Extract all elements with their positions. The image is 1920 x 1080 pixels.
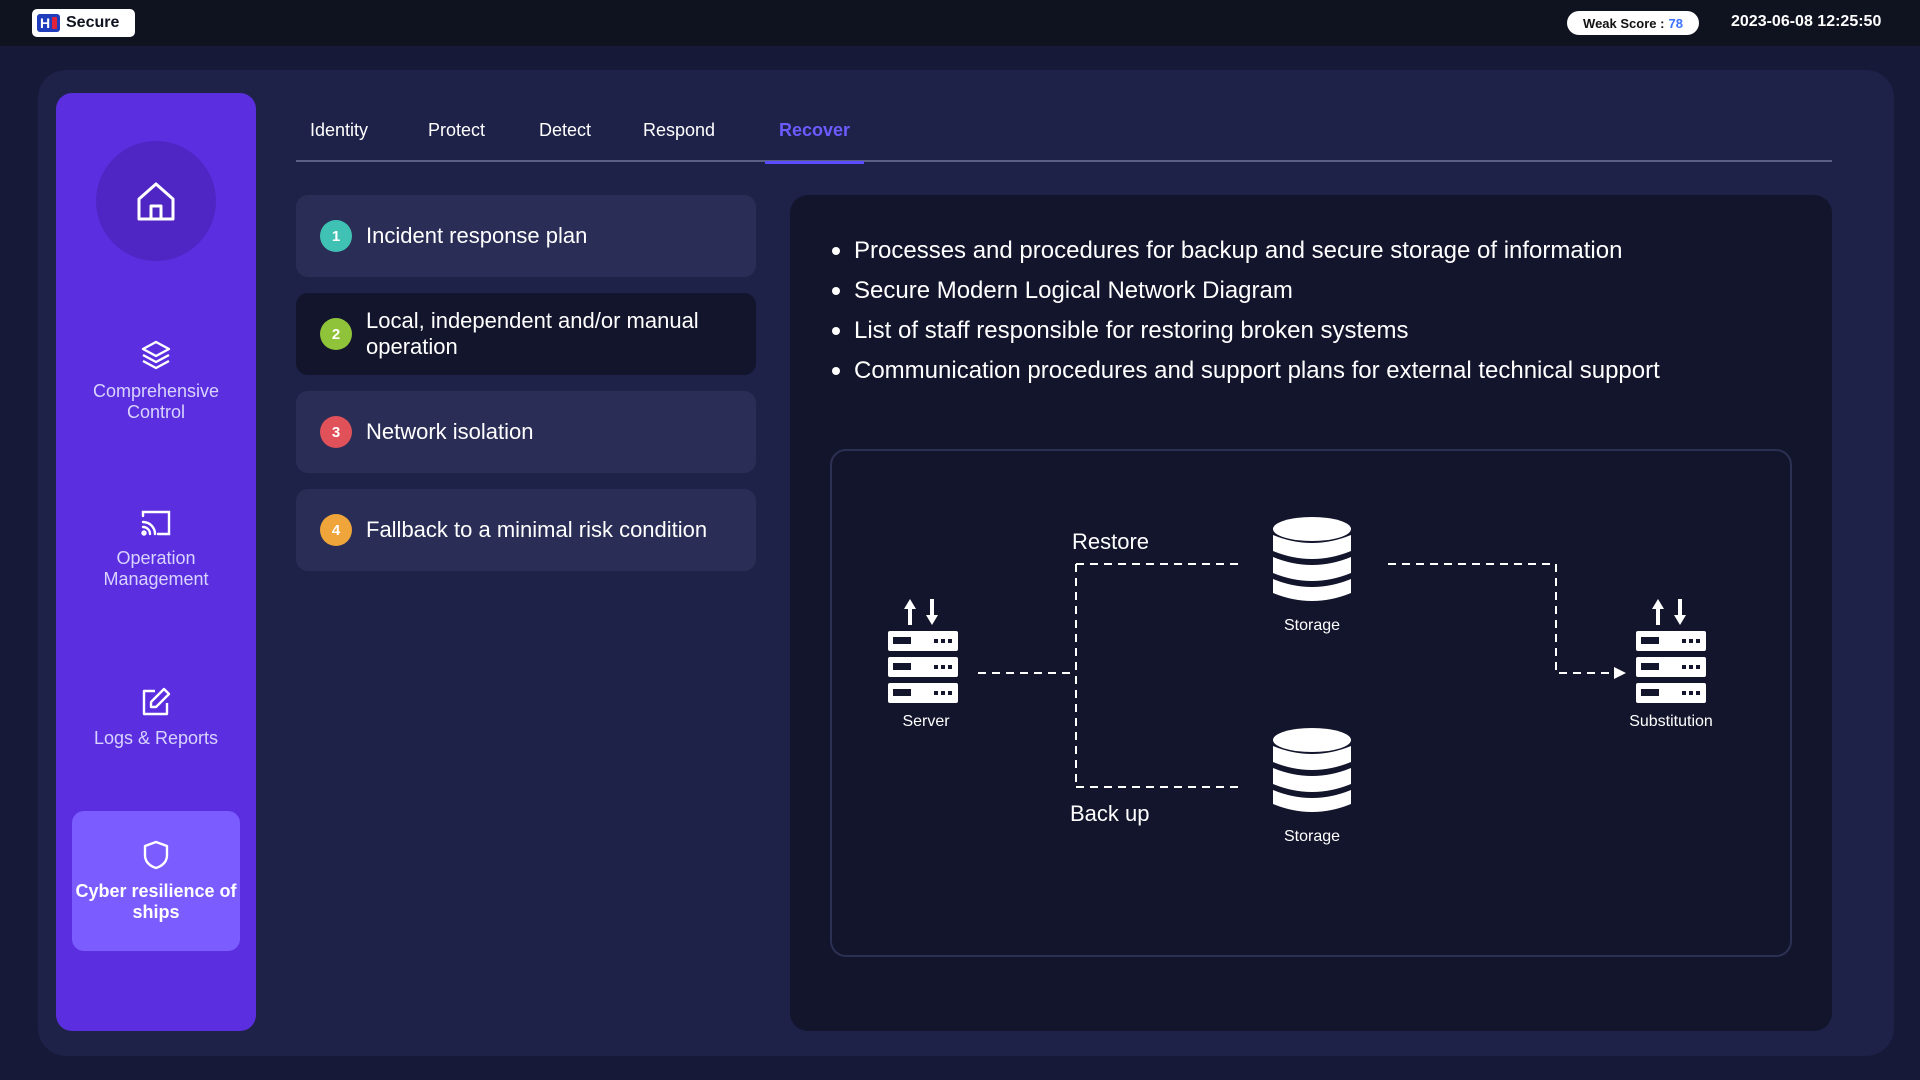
weak-score-label: Weak Score : [1583,15,1665,31]
substitution-server-icon [1636,599,1706,703]
weak-score-value: 78 [1668,15,1683,31]
step-number-badge: 4 [320,514,352,546]
step-number-badge: 1 [320,220,352,252]
datetime: 2023-06-08 12:25:50 [1731,13,1882,30]
server-label: Server [902,713,950,730]
tab-respond[interactable]: Respond [629,120,729,162]
step-label: Local, independent and/or manual operati… [366,308,699,359]
tab-recover[interactable]: Recover [765,120,865,164]
substitution-label: Substitution [1629,713,1713,730]
list-item[interactable]: 3 Network isolation [296,391,756,473]
home-icon [137,182,175,221]
sidebar-item-label: Logs & Reports [93,727,219,748]
sidebar-item-operation-management[interactable]: Operation Management [72,479,240,619]
sidebar-item-label: Cyber resilience of ships [75,881,237,922]
brand-name: Secure [66,14,120,31]
bullet-item: Communication procedures and support pla… [830,351,1660,391]
storage-top-label: Storage [1283,617,1341,634]
content-panel: Processes and procedures for backup and … [790,195,1832,1031]
step-number-badge: 2 [320,318,352,350]
list-item[interactable]: 2 Local, independent and/or manual opera… [296,293,756,375]
sidebar: Comprehensive Control Operation Manageme… [56,93,256,1031]
bullet-item: Processes and procedures for backup and … [830,231,1660,271]
list-item[interactable]: 4 Fallback to a minimal risk condition [296,489,756,571]
storage-top-icon [1273,517,1351,601]
layers-icon [141,340,171,370]
storage-bottom-label: Storage [1283,828,1341,845]
step-label: Fallback to a minimal risk condition [366,517,708,542]
sidebar-item-comprehensive-control[interactable]: Comprehensive Control [72,311,240,451]
sidebar-item-cyber-resilience[interactable]: Cyber resilience of ships [72,811,240,951]
bullet-item: List of staff responsible for restoring … [830,311,1660,351]
list-item[interactable]: 1 Incident response plan [296,195,756,277]
cast-icon [141,510,171,536]
restore-label: Restore [1072,529,1150,554]
step-number-badge: 3 [320,416,352,448]
backup-label: Back up [1070,801,1150,826]
tab-protect[interactable]: Protect [414,120,499,162]
connector-to-substitution [1388,563,1614,674]
sidebar-item-label: Comprehensive Control [92,381,220,422]
tab-identity[interactable]: Identity [296,120,382,162]
bullet-list: Processes and procedures for backup and … [830,231,1660,391]
step-label: Incident response plan [366,223,588,248]
tab-bar: Identity Protect Detect Respond Recover [296,108,1832,164]
diagram-graphics [888,517,1706,812]
top-bar: H Secure Weak Score : 78 2023-06-08 12:2… [0,0,1920,46]
shield-icon [143,840,169,870]
sidebar-item-label: Operation Management [103,548,209,589]
home-button[interactable] [96,141,216,261]
sidebar-item-logs-reports[interactable]: Logs & Reports [72,647,240,787]
bullet-item: Secure Modern Logical Network Diagram [830,271,1660,311]
tab-detect[interactable]: Detect [525,120,605,162]
edit-icon [142,687,171,715]
storage-bottom-icon [1273,728,1351,812]
server-icon [888,599,958,703]
logo-icon: H [37,14,60,32]
step-label: Network isolation [366,419,534,444]
recovery-diagram: Server Storage Storage Substitution Rest… [830,449,1792,957]
brand-logo[interactable]: H Secure [32,9,135,37]
weak-score-badge: Weak Score : 78 [1567,11,1699,35]
arrow-head-icon [1614,667,1626,679]
